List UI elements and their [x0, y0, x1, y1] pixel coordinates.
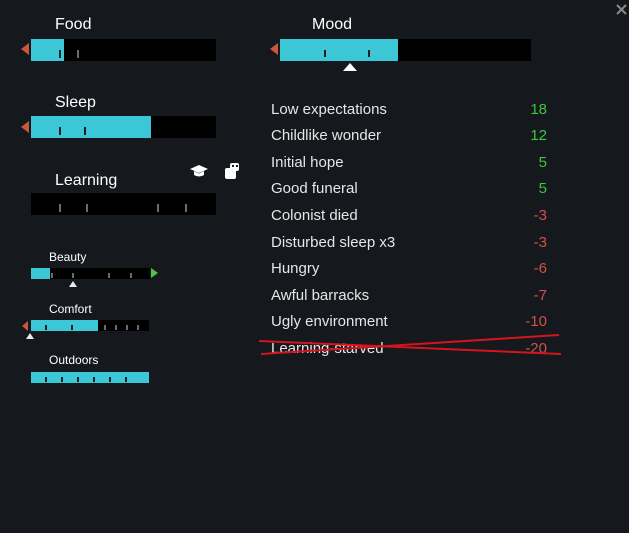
thought-row[interactable]: Initial hope 5	[271, 154, 561, 174]
learning-threshold-tick	[86, 204, 88, 212]
thought-label: Disturbed sleep x3	[271, 234, 396, 251]
outdoors-label: Outdoors	[49, 353, 99, 367]
learning-threshold-tick	[185, 204, 187, 212]
mood-threshold-tick	[324, 50, 326, 57]
comfort-threshold-tick	[115, 325, 117, 330]
beauty-trend-up-icon	[151, 268, 158, 278]
outdoors-bar-fill	[31, 372, 149, 383]
beauty-bar	[31, 268, 150, 279]
outdoors-threshold-tick	[61, 377, 63, 382]
food-threshold-tick	[77, 50, 79, 58]
close-icon[interactable]	[612, 0, 629, 20]
sleep-threshold-tick	[59, 127, 61, 135]
thought-row[interactable]: Awful barracks -7	[271, 287, 561, 307]
mood-bar-fill	[280, 39, 398, 61]
comfort-bar-fill	[31, 320, 99, 331]
learning-label: Learning	[55, 172, 118, 189]
thought-row[interactable]: Good funeral 5	[271, 180, 561, 200]
outdoors-threshold-tick	[45, 377, 47, 382]
thought-value: -10	[525, 313, 547, 330]
graduation-cap-icon[interactable]	[189, 163, 209, 179]
comfort-threshold-tick	[126, 325, 128, 330]
food-bar	[31, 39, 216, 61]
learning-threshold-tick	[59, 204, 61, 212]
robot-icon[interactable]	[222, 161, 242, 181]
sleep-threshold-tick	[84, 127, 86, 135]
comfort-trend-down-icon	[22, 321, 28, 331]
beauty-target-marker	[69, 281, 77, 287]
thought-value: 18	[530, 101, 547, 118]
thought-label: Good funeral	[271, 180, 358, 197]
thought-row[interactable]: Hungry -6	[271, 260, 561, 280]
outdoors-threshold-tick	[93, 377, 95, 382]
learning-bar	[31, 193, 216, 215]
outdoors-threshold-tick	[125, 377, 127, 382]
sleep-label: Sleep	[55, 94, 96, 111]
comfort-label: Comfort	[49, 302, 92, 316]
thought-row[interactable]: Low expectations 18	[271, 101, 561, 121]
thought-value: -3	[533, 234, 547, 251]
food-threshold-tick	[59, 50, 61, 58]
thought-row[interactable]: Disturbed sleep x3 -3	[271, 234, 561, 254]
mood-label: Mood	[312, 16, 353, 33]
food-label: Food	[55, 16, 92, 33]
thought-row[interactable]: Colonist died -3	[271, 207, 561, 227]
beauty-threshold-tick	[108, 273, 110, 278]
thought-value: 12	[530, 127, 547, 144]
mood-trend-down-icon	[270, 43, 278, 55]
beauty-bar-fill	[31, 268, 51, 279]
comfort-threshold-tick	[104, 325, 106, 330]
learning-threshold-tick	[157, 204, 159, 212]
thought-value: -7	[533, 287, 547, 304]
comfort-threshold-tick	[45, 325, 47, 330]
thought-label: Childlike wonder	[271, 127, 382, 144]
strike-through-mark	[258, 334, 562, 355]
thought-label: Initial hope	[271, 154, 344, 171]
mood-threshold-tick	[368, 50, 370, 57]
thought-value: -3	[533, 207, 547, 224]
thought-label: Low expectations	[271, 101, 387, 118]
beauty-threshold-tick	[130, 273, 132, 278]
mood-target-marker	[343, 63, 357, 71]
comfort-target-marker	[26, 333, 34, 339]
thought-label: Colonist died	[271, 207, 358, 224]
comfort-bar	[31, 320, 149, 331]
outdoors-threshold-tick	[77, 377, 79, 382]
mood-bar	[280, 39, 531, 61]
thought-label: Hungry	[271, 260, 320, 277]
beauty-label: Beauty	[49, 250, 87, 264]
comfort-threshold-tick	[71, 325, 73, 330]
beauty-threshold-tick	[51, 273, 53, 278]
sleep-bar-fill	[31, 116, 152, 138]
beauty-threshold-tick	[72, 273, 74, 278]
thought-value: 5	[538, 180, 547, 197]
thought-label: Awful barracks	[271, 287, 370, 304]
sleep-bar	[31, 116, 216, 138]
sleep-trend-down-icon	[21, 121, 29, 133]
thought-label: Ugly environment	[271, 313, 388, 330]
outdoors-bar	[31, 372, 149, 383]
food-trend-down-icon	[21, 43, 29, 55]
outdoors-threshold-tick	[109, 377, 111, 382]
thought-value: -6	[533, 260, 547, 277]
thought-row[interactable]: Childlike wonder 12	[271, 127, 561, 147]
thought-value: 5	[538, 154, 547, 171]
comfort-threshold-tick	[137, 325, 139, 330]
